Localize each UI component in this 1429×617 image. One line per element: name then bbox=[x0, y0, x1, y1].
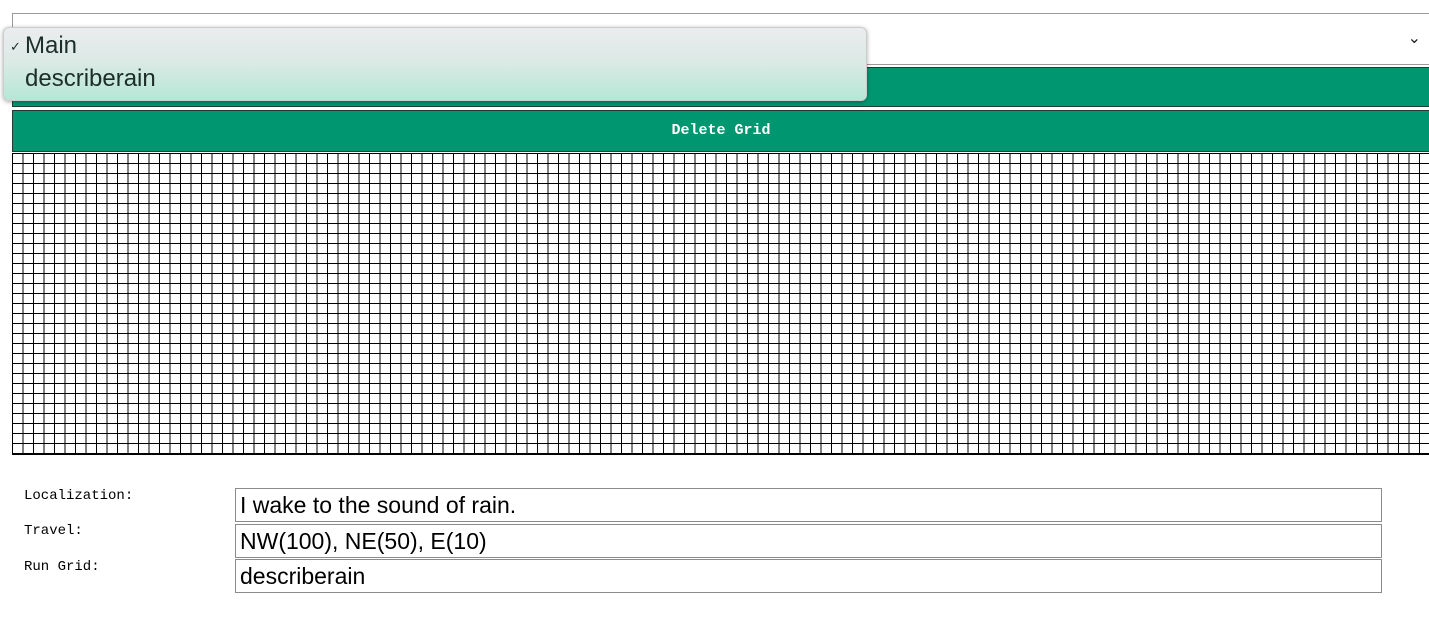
page: ⌄ Delete Grid Localization: Travel: Run … bbox=[0, 0, 1429, 617]
travel-label: Travel: bbox=[24, 523, 83, 539]
localization-label: Localization: bbox=[24, 488, 134, 504]
run-grid-label: Run Grid: bbox=[24, 559, 100, 575]
chevron-down-icon[interactable]: ⌄ bbox=[1408, 28, 1421, 47]
dropdown-option-main[interactable]: Main bbox=[25, 32, 77, 60]
localization-input[interactable] bbox=[235, 488, 1382, 522]
grid-select-dropdown[interactable]: ✓ Main describerain bbox=[3, 27, 867, 101]
delete-grid-button[interactable]: Delete Grid bbox=[12, 110, 1429, 152]
run-grid-input[interactable] bbox=[235, 559, 1382, 593]
travel-input[interactable] bbox=[235, 524, 1382, 558]
checkmark-icon: ✓ bbox=[10, 40, 21, 55]
dropdown-option-describerain[interactable]: describerain bbox=[25, 65, 156, 93]
grid-canvas[interactable] bbox=[12, 153, 1429, 455]
